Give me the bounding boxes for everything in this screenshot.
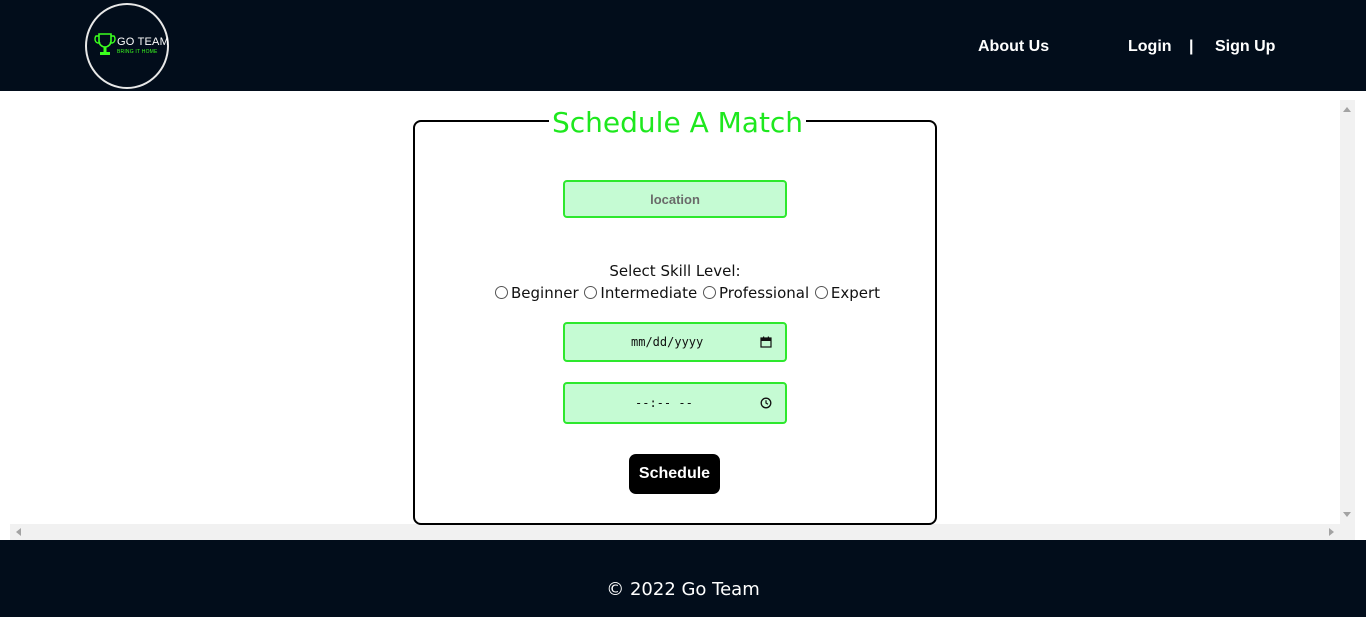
date-input[interactable]: mm/dd/yyyy: [563, 322, 787, 362]
skill-level-group: Beginner Intermediate Professional Exper…: [495, 283, 881, 302]
time-placeholder: --:-- --: [635, 396, 693, 410]
nav-login[interactable]: Login: [1128, 38, 1172, 56]
scroll-down-arrow-icon[interactable]: [1343, 512, 1351, 517]
radio-label: Beginner: [511, 283, 579, 302]
logo-title: GO TEAM: [117, 36, 169, 48]
location-field[interactable]: [563, 180, 787, 218]
radio-button[interactable]: [814, 285, 828, 299]
time-input[interactable]: --:-- --: [563, 382, 787, 424]
skill-option-expert[interactable]: Expert: [814, 283, 881, 302]
form-title: Schedule A Match: [549, 104, 807, 142]
logo-tagline: BRING IT HOME: [117, 49, 158, 55]
radio-button[interactable]: [702, 285, 716, 299]
nav-sign-up[interactable]: Sign Up: [1215, 38, 1275, 56]
calendar-icon[interactable]: [760, 336, 772, 348]
scroll-up-arrow-icon[interactable]: [1343, 107, 1351, 112]
radio-label: Expert: [830, 283, 881, 302]
vertical-scrollbar[interactable]: [1340, 100, 1355, 524]
nav-about-us[interactable]: About Us: [978, 38, 1049, 56]
skill-option-beginner[interactable]: Beginner: [495, 284, 580, 302]
site-footer: © 2022 Go Team: [0, 540, 1366, 617]
horizontal-scrollbar[interactable]: [10, 524, 1355, 540]
site-header: GO TEAM BRING IT HOME About Us Login | S…: [0, 0, 1366, 91]
location-input[interactable]: [565, 182, 785, 216]
radio-label: Intermediate: [600, 283, 698, 302]
skill-option-professional[interactable]: Professional: [702, 283, 810, 302]
radio-button[interactable]: [495, 285, 508, 299]
scroll-left-arrow-icon[interactable]: [16, 528, 21, 536]
copyright-text: © 2022 Go Team: [606, 579, 760, 600]
logo[interactable]: GO TEAM BRING IT HOME: [85, 3, 169, 89]
radio-label: Professional: [718, 283, 810, 302]
clock-icon[interactable]: [760, 397, 772, 409]
trophy-icon: [94, 33, 116, 55]
nav-separator: |: [1189, 38, 1194, 55]
scroll-right-arrow-icon[interactable]: [1329, 528, 1334, 536]
skill-option-intermediate[interactable]: Intermediate: [584, 284, 698, 302]
schedule-button[interactable]: Schedule: [629, 454, 720, 494]
skill-level-label: Select Skill Level:: [609, 262, 741, 280]
date-placeholder: mm/dd/yyyy: [631, 335, 704, 349]
radio-button[interactable]: [584, 285, 598, 299]
